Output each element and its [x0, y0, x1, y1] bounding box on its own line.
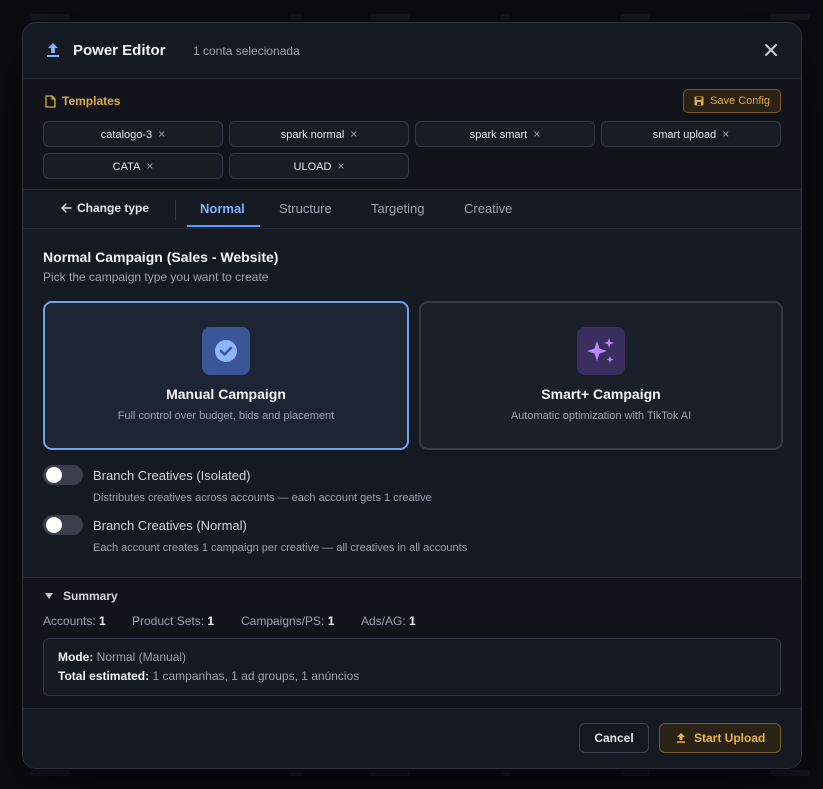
branch-isolated-toggle[interactable]	[43, 465, 83, 485]
summary-toggle[interactable]: Summary	[45, 589, 118, 603]
upload-icon	[47, 43, 59, 57]
template-chip[interactable]: smart upload ×	[601, 121, 781, 147]
toggle-description: Each account creates 1 campaign per crea…	[93, 542, 468, 554]
section-title: Normal Campaign (Sales - Website)	[43, 249, 279, 265]
modal-subtitle: 1 conta selecionada	[193, 44, 300, 58]
tab-targeting[interactable]: Targeting	[371, 201, 424, 216]
cancel-button[interactable]: Cancel	[579, 723, 649, 753]
active-tab-indicator	[187, 225, 260, 227]
file-icon	[45, 95, 56, 108]
template-chip[interactable]: spark normal ×	[229, 121, 409, 147]
template-chip[interactable]: spark smart ×	[415, 121, 595, 147]
templates-section: Templates Save Config catalogo-3 × spark …	[23, 79, 801, 190]
summary-total: Total estimated: 1 campanhas, 1 ad group…	[58, 669, 360, 683]
close-icon[interactable]	[763, 42, 779, 58]
tab-divider	[175, 200, 176, 220]
save-config-button[interactable]: Save Config	[683, 89, 781, 113]
toggle-label: Branch Creatives (Normal)	[93, 518, 247, 533]
remove-chip-icon[interactable]: ×	[337, 159, 344, 173]
remove-chip-icon[interactable]: ×	[146, 159, 153, 173]
toggle-knob	[46, 467, 62, 483]
change-type-button[interactable]: Change type	[61, 201, 149, 215]
summary-mode: Mode: Normal (Manual)	[58, 650, 187, 664]
card-description: Automatic optimization with TikTok AI	[510, 410, 692, 422]
tab-normal[interactable]: Normal	[200, 201, 245, 216]
start-upload-button[interactable]: Start Upload	[659, 723, 781, 753]
card-title: Manual Campaign	[166, 386, 286, 402]
toggle-description: Distributes creatives across accounts — …	[93, 492, 432, 504]
tab-bar: Change type Normal Structure Targeting C…	[23, 190, 801, 229]
remove-chip-icon[interactable]: ×	[350, 127, 357, 141]
remove-chip-icon[interactable]: ×	[158, 127, 165, 141]
stat-accounts: Accounts: 1	[43, 614, 106, 628]
sparkles-icon	[577, 327, 625, 375]
branch-normal-toggle[interactable]	[43, 515, 83, 535]
arrow-left-icon	[61, 203, 72, 213]
templates-label: Templates	[45, 94, 120, 108]
stat-product-sets: Product Sets: 1	[132, 614, 215, 628]
summary-section: Summary Accounts: 1 Product Sets: 1 Camp…	[23, 577, 801, 709]
upload-icon	[677, 733, 685, 743]
summary-box: Mode: Normal (Manual) Total estimated: 1…	[43, 638, 781, 696]
caret-down-icon	[45, 593, 53, 599]
toggle-knob	[46, 517, 62, 533]
remove-chip-icon[interactable]: ×	[722, 127, 729, 141]
template-chip[interactable]: catalogo-3 ×	[43, 121, 223, 147]
modal-header: Power Editor 1 conta selecionada	[23, 23, 801, 79]
smart-campaign-card[interactable]: Smart+ Campaign Automatic optimization w…	[419, 301, 783, 450]
template-chip[interactable]: ULOAD ×	[229, 153, 409, 179]
remove-chip-icon[interactable]: ×	[533, 127, 540, 141]
template-chip[interactable]: CATA ×	[43, 153, 223, 179]
toggle-label: Branch Creatives (Isolated)	[93, 468, 251, 483]
card-description: Full control over budget, bids and place…	[117, 410, 335, 422]
save-icon	[694, 96, 704, 106]
stat-ads-ag: Ads/AG: 1	[361, 614, 416, 628]
power-editor-modal: Power Editor 1 conta selecionada Templat…	[22, 22, 802, 769]
manual-campaign-card[interactable]: Manual Campaign Full control over budget…	[43, 301, 409, 450]
check-circle-icon	[202, 327, 250, 375]
card-title: Smart+ Campaign	[541, 386, 661, 402]
tab-structure[interactable]: Structure	[279, 201, 332, 216]
modal-title: Power Editor	[73, 42, 166, 59]
section-subtitle: Pick the campaign type you want to creat…	[43, 270, 269, 284]
tab-creative[interactable]: Creative	[464, 201, 512, 216]
stat-campaigns-ps: Campaigns/PS: 1	[241, 614, 335, 628]
